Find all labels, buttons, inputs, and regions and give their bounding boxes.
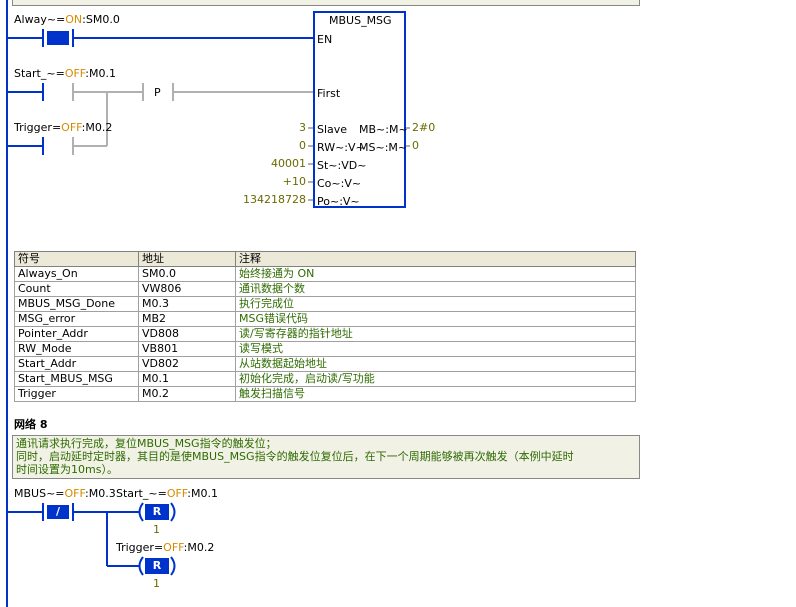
contact-start[interactable] [40, 82, 76, 102]
header-address: 地址 [138, 251, 236, 267]
pin-st: St~:VD~ [317, 159, 367, 172]
cell-comment: MSG错误代码 [235, 311, 636, 327]
table-row: MSG_error MB2 MSG错误代码 [14, 311, 636, 327]
table-row: Pointer_Addr VD808 读/写寄存器的指针地址 [14, 326, 636, 342]
table-row: Always_On SM0.0 始终接通为 ON [14, 266, 636, 282]
cell-comment: 始终接通为 ON [235, 266, 636, 282]
cell-comment: 从站数据起始地址 [235, 356, 636, 372]
cell-comment: 读/写寄存器的指针地址 [235, 326, 636, 342]
cell-comment: 通讯数据个数 [235, 281, 636, 297]
table-row: RW_Mode VB801 读写模式 [14, 341, 636, 357]
header-comment: 注释 [235, 251, 636, 267]
input-slave-value[interactable]: 3 [250, 121, 306, 134]
cell-symbol: Start_MBUS_MSG [14, 371, 139, 387]
comment-line: 时间设置为10ms）。 [16, 463, 118, 476]
cell-symbol: Trigger [14, 386, 139, 402]
symbol-table: 符号 地址 注释 Always_On SM0.0 始终接通为 ON Count VW8… [14, 251, 636, 402]
output-ms-value[interactable]: 0 [412, 139, 419, 152]
coil-reset-start[interactable]: R [140, 505, 174, 518]
contact-label-trigger: Trigger=OFF:M0.2 [14, 121, 113, 134]
contact-alway[interactable] [40, 28, 76, 48]
contact-label-start: Start_~=OFF:M0.1 [14, 67, 116, 80]
cell-address: VB801 [138, 341, 236, 357]
cell-symbol: MBUS_MSG_Done [14, 296, 139, 312]
cell-comment: 初始化完成，启动读/写功能 [235, 371, 636, 387]
cell-address: M0.1 [138, 371, 236, 387]
input-po-value[interactable]: 134218728 [220, 193, 306, 206]
input-st-value[interactable]: 40001 [250, 157, 306, 170]
table-row: MBUS_MSG_Done M0.3 执行完成位 [14, 296, 636, 312]
cell-symbol: Count [14, 281, 139, 297]
network8-title[interactable]: 网络 8 [14, 418, 47, 431]
pin-po: Po~:V~ [317, 195, 360, 208]
cell-symbol: Start_Addr [14, 356, 139, 372]
cell-address: VD808 [138, 326, 236, 342]
network8-comment-box[interactable]: 通讯请求执行完成，复位MBUS_MSG指令的触发位； 同时，启动延时定时器，其目… [12, 435, 640, 479]
pin-first: First [317, 87, 341, 100]
cell-address: M0.2 [138, 386, 236, 402]
output-mb-value[interactable]: 2#0 [412, 121, 435, 134]
pin-ms: MS~:M~ [359, 141, 408, 154]
table-row: Count VW806 通讯数据个数 [14, 281, 636, 297]
cell-symbol: RW_Mode [14, 341, 139, 357]
pin-mb: MB~:M~ [359, 123, 408, 136]
cell-symbol: MSG_error [14, 311, 139, 327]
cell-address: MB2 [138, 311, 236, 327]
block-title: MBUS_MSG [329, 14, 392, 27]
coil-label-trigger: Trigger=OFF:M0.2 [116, 541, 215, 554]
table-row: Start_Addr VD802 从站数据起始地址 [14, 356, 636, 372]
symbol-table-header: 符号 地址 注释 [14, 251, 636, 267]
mbus-msg-block[interactable]: MBUS_MSG EN First Slave RW~:V~ St~:VD~ C… [313, 11, 408, 208]
coil-label-start: Start_~=OFF:M0.1 [116, 487, 218, 500]
cell-symbol: Pointer_Addr [14, 326, 139, 342]
header-symbol: 符号 [14, 251, 139, 267]
edge-p-contact[interactable] [140, 82, 176, 102]
pin-slave: Slave [317, 123, 348, 136]
pin-en: EN [317, 33, 333, 46]
cell-address: M0.3 [138, 296, 236, 312]
pin-co: Co~:V~ [317, 177, 362, 190]
comment-line: 通讯请求执行完成，复位MBUS_MSG指令的触发位； [16, 437, 277, 450]
cell-address: VD802 [138, 356, 236, 372]
table-row: Trigger M0.2 触发扫描信号 [14, 386, 636, 402]
contact-label-alway: Alway~=ON:SM0.0 [14, 13, 120, 26]
contact-trigger[interactable] [40, 136, 76, 156]
input-co-value[interactable]: +10 [250, 175, 306, 188]
cell-symbol: Always_On [14, 266, 139, 282]
cell-address: VW806 [138, 281, 236, 297]
input-rw-value[interactable]: 0 [250, 139, 306, 152]
cell-address: SM0.0 [138, 266, 236, 282]
cell-comment: 触发扫描信号 [235, 386, 636, 402]
cell-comment: 执行完成位 [235, 296, 636, 312]
table-row: Start_MBUS_MSG M0.1 初始化完成，启动读/写功能 [14, 371, 636, 387]
coil-reset-start-count: 1 [153, 523, 160, 536]
cell-comment: 读写模式 [235, 341, 636, 357]
contact-mbus-done[interactable]: / [43, 505, 73, 518]
comment-line: 同时，启动延时定时器，其目的是使MBUS_MSG指令的触发位复位后，在下一个周期… [16, 450, 574, 463]
contact-label-mbus: MBUS~=OFF:M0.3 [14, 487, 116, 500]
pin-rw: RW~:V~ [317, 141, 365, 154]
coil-reset-trigger[interactable]: R [140, 559, 174, 572]
coil-reset-trigger-count: 1 [153, 577, 160, 590]
